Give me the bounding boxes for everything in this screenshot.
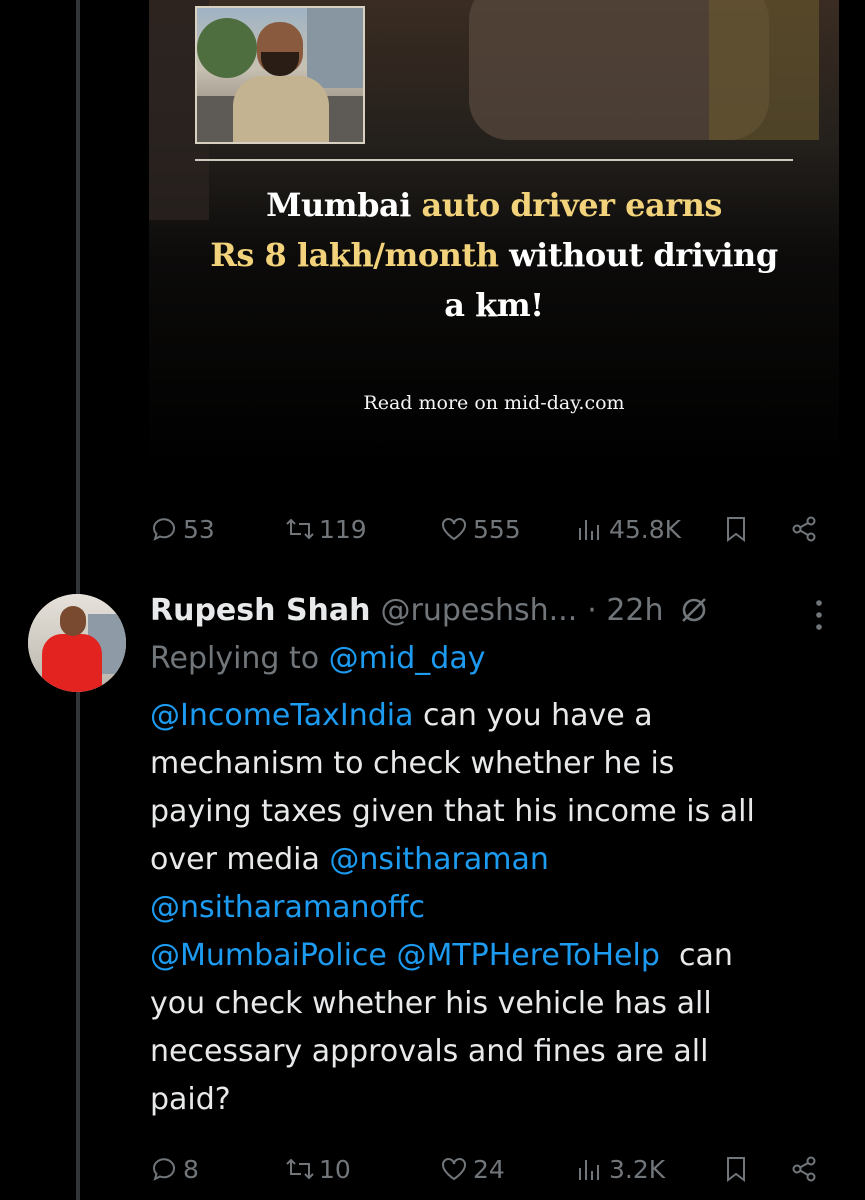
bar-chart-icon: [579, 520, 599, 540]
share-icon: [792, 516, 816, 542]
user-handle[interactable]: @rupeshsh...: [381, 593, 578, 628]
photo-beard: [261, 52, 299, 76]
avatar-shirt: [42, 634, 102, 692]
avatar-face: [60, 606, 86, 636]
repost-button[interactable]: 10: [285, 1149, 351, 1189]
replying-prefix: Replying to: [150, 641, 329, 676]
like-count: 24: [473, 1154, 505, 1184]
mention-link[interactable]: @nsitharaman: [329, 842, 548, 877]
headline-text: a km!: [444, 286, 544, 324]
repost-count: 119: [319, 514, 367, 544]
views-count: 3.2K: [609, 1154, 666, 1184]
bookmark-button[interactable]: [721, 1149, 751, 1189]
speech-bubble-icon: [152, 518, 175, 541]
like-button[interactable]: 555: [439, 509, 521, 549]
like-button[interactable]: 24: [439, 1149, 505, 1189]
tweet-action-bar: 53 119 555 45.8K: [149, 509, 829, 549]
reply-button[interactable]: 8: [149, 1149, 199, 1189]
body-text: can: [659, 938, 733, 973]
reply-action-bar: 8 10 24 3.2K: [149, 1149, 829, 1189]
body-text: paid?: [150, 1082, 231, 1117]
mention-link[interactable]: @MumbaiPolice: [150, 938, 387, 973]
body-text: mechanism to check whether he is: [150, 746, 675, 781]
bookmark-button[interactable]: [721, 509, 751, 549]
body-text: paying taxes given that his income is al…: [150, 794, 755, 829]
share-icon: [792, 1156, 816, 1182]
read-more-caption: Read more on mid-day.com: [363, 392, 625, 414]
share-button[interactable]: [789, 1149, 819, 1189]
headline-highlight: auto driver earns: [421, 186, 723, 224]
share-button[interactable]: [789, 509, 819, 549]
views-count: 45.8K: [609, 514, 682, 544]
reply-button[interactable]: 53: [149, 509, 215, 549]
photo-trees: [197, 18, 257, 78]
mention-link[interactable]: @IncomeTaxIndia: [150, 698, 414, 733]
photo-building: [307, 8, 363, 88]
bookmark-icon: [727, 517, 745, 542]
reply-text: @IncomeTaxIndia can you have a mechanism…: [150, 692, 830, 1124]
body-text: necessary approvals and fines are all: [150, 1034, 709, 1069]
headline-highlight: Rs 8 lakh/month: [210, 236, 499, 274]
repost-arrows-icon: [286, 1158, 314, 1180]
speech-bubble-icon: [152, 1158, 175, 1181]
like-count: 555: [473, 514, 521, 544]
tweet-media-card[interactable]: Mumbai auto driver earns Rs 8 lakh/month…: [149, 0, 839, 470]
mention-link[interactable]: @MTPHereToHelp: [396, 938, 659, 973]
post-timestamp[interactable]: · 22h: [587, 593, 663, 628]
heart-icon: [442, 1158, 466, 1181]
vertical-dots-icon[interactable]: [808, 598, 830, 632]
avatar[interactable]: [28, 594, 126, 692]
photo-torso: [233, 76, 329, 142]
bar-chart-icon: [579, 1160, 599, 1180]
repost-arrows-icon: [286, 518, 314, 540]
heart-icon: [442, 518, 466, 541]
body-text: you check whether his vehicle has all: [150, 986, 712, 1021]
body-text: over media: [150, 842, 330, 877]
inset-photo-driver: [195, 6, 365, 144]
headline-text: without driving: [498, 236, 778, 274]
reply-count: 53: [183, 514, 215, 544]
mention-link[interactable]: @mid_day: [329, 641, 486, 676]
bookmark-icon: [727, 1157, 745, 1182]
mention-link[interactable]: @nsitharamanoffc: [150, 890, 425, 925]
repost-count: 10: [319, 1154, 351, 1184]
body-text: can you have a: [413, 698, 653, 733]
repost-button[interactable]: 119: [285, 509, 367, 549]
grok-slash-icon[interactable]: [678, 594, 710, 626]
headline-text: Mumbai: [266, 186, 422, 224]
replying-to-line: Replying to @mid_day: [150, 641, 485, 676]
reply-header: Rupesh Shah @rupeshsh... · 22h: [150, 588, 790, 632]
background-rickshaw-shape: [709, 0, 819, 140]
media-headline: Mumbai auto driver earns Rs 8 lakh/month…: [149, 180, 839, 330]
display-name[interactable]: Rupesh Shah: [150, 593, 371, 628]
views-button[interactable]: 45.8K: [575, 509, 681, 549]
reply-count: 8: [183, 1154, 199, 1184]
views-button[interactable]: 3.2K: [575, 1149, 665, 1189]
media-divider: [195, 159, 793, 161]
